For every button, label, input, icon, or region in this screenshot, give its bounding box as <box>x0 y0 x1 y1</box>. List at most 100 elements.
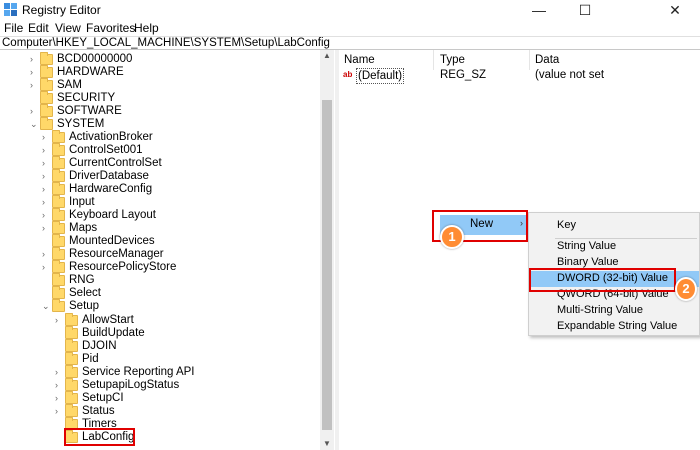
tree-item-setupci[interactable]: › SetupCI <box>55 391 315 405</box>
expand-chevron-icon[interactable]: › <box>42 157 50 170</box>
expand-chevron-icon[interactable]: › <box>42 261 50 274</box>
tree-item-select[interactable]: Select <box>42 286 312 300</box>
tree-item-hardwareconfig[interactable]: › HardwareConfig <box>42 182 312 196</box>
menu-file[interactable]: File <box>4 21 23 35</box>
folder-icon <box>52 273 65 286</box>
tree-item-pid[interactable]: Pid <box>55 352 315 366</box>
column-divider[interactable] <box>433 50 434 70</box>
folder-icon <box>52 130 65 143</box>
tree-item-rng[interactable]: RNG <box>42 273 312 287</box>
expand-chevron-icon[interactable]: › <box>55 392 63 405</box>
close-button[interactable]: ✕ <box>652 0 698 20</box>
tree-item-software[interactable]: › SOFTWARE <box>30 104 310 118</box>
menu-favorites[interactable]: Favorites <box>86 21 135 35</box>
expand-chevron-icon[interactable]: › <box>30 53 38 66</box>
tree-item-label: BuildUpdate <box>82 327 145 339</box>
tree-item-resourcepolicystore[interactable]: › ResourcePolicyStore <box>42 260 312 274</box>
value-row-default[interactable]: ab (Default) REG_SZ (value not set <box>339 68 700 84</box>
expand-chevron-icon[interactable]: › <box>30 66 38 79</box>
tree-item-input[interactable]: › Input <box>42 195 312 209</box>
folder-icon <box>52 182 65 195</box>
submenu-multi-string-value[interactable]: Multi-String Value <box>529 303 699 319</box>
maximize-button[interactable]: ☐ <box>562 0 608 20</box>
tree-item-bcd00000000[interactable]: › BCD00000000 <box>30 52 310 66</box>
tree-item-sam[interactable]: › SAM <box>30 78 310 92</box>
folder-icon <box>65 365 78 378</box>
expand-chevron-icon[interactable]: › <box>55 379 63 392</box>
submenu-string-value[interactable]: String Value <box>529 239 699 255</box>
expand-chevron-icon[interactable]: › <box>42 196 50 209</box>
collapse-chevron-icon[interactable]: ⌄ <box>30 118 38 131</box>
tree-item-security[interactable]: SECURITY <box>30 91 310 105</box>
folder-icon <box>52 156 65 169</box>
folder-icon <box>52 299 65 312</box>
folder-icon <box>52 169 65 182</box>
tree-item-setupapilogstatus[interactable]: › SetupapiLogStatus <box>55 378 315 392</box>
tree-item-service-reporting-api[interactable]: › Service Reporting API <box>55 365 315 379</box>
tree-item-currentcontrolset[interactable]: › CurrentControlSet <box>42 156 312 170</box>
menu-edit[interactable]: Edit <box>28 21 49 35</box>
tree-item-label: ResourceManager <box>69 248 164 260</box>
tree-item-label: Keyboard Layout <box>69 209 156 221</box>
tree-item-hardware[interactable]: › HARDWARE <box>30 65 310 79</box>
submenu-expandable-string-value[interactable]: Expandable String Value <box>529 319 699 335</box>
tree-item-label: DJOIN <box>82 340 117 352</box>
expand-chevron-icon[interactable]: › <box>42 170 50 183</box>
window-title: Registry Editor <box>22 3 101 17</box>
step-badge-2: 2 <box>675 277 697 301</box>
expand-chevron-icon[interactable]: › <box>42 248 50 261</box>
column-divider[interactable] <box>529 50 530 70</box>
registry-icon <box>4 3 17 16</box>
expand-chevron-icon[interactable]: › <box>55 314 63 327</box>
scroll-thumb[interactable] <box>322 100 332 430</box>
tree-item-keyboard-layout[interactable]: › Keyboard Layout <box>42 208 312 222</box>
expand-chevron-icon[interactable]: › <box>55 366 63 379</box>
expand-chevron-icon[interactable]: › <box>42 209 50 222</box>
folder-icon <box>52 234 65 247</box>
tree-item-controlset001[interactable]: › ControlSet001 <box>42 143 312 157</box>
submenu-key[interactable]: Key <box>529 218 699 234</box>
tree-item-label: BCD00000000 <box>57 53 133 65</box>
tree-scrollbar[interactable]: ▲ ▼ <box>320 50 334 450</box>
folder-icon <box>65 391 78 404</box>
tree-item-label: Select <box>69 287 101 299</box>
tree-item-allowstart[interactable]: › AllowStart <box>55 313 315 327</box>
address-bar[interactable]: Computer\HKEY_LOCAL_MACHINE\SYSTEM\Setup… <box>0 36 700 50</box>
scroll-down-icon[interactable]: ▼ <box>320 438 334 450</box>
tree-item-system[interactable]: ⌄ SYSTEM <box>30 117 310 131</box>
labconfig-highlight-box <box>64 428 135 446</box>
expand-chevron-icon[interactable]: › <box>42 183 50 196</box>
expand-chevron-icon[interactable]: › <box>55 405 63 418</box>
tree-item-driverdatabase[interactable]: › DriverDatabase <box>42 169 312 183</box>
submenu-label: Expandable String Value <box>557 320 678 332</box>
tree-item-maps[interactable]: › Maps <box>42 221 312 235</box>
tree-item-status[interactable]: › Status <box>55 404 315 418</box>
folder-icon <box>52 195 65 208</box>
column-header-name[interactable]: Name <box>344 54 375 66</box>
tree-item-activationbroker[interactable]: › ActivationBroker <box>42 130 312 144</box>
expand-chevron-icon[interactable]: › <box>42 131 50 144</box>
tree-item-label: SetupapiLogStatus <box>82 379 180 391</box>
tree-item-resourcemanager[interactable]: › ResourceManager <box>42 247 312 261</box>
menu-help[interactable]: Help <box>134 21 159 35</box>
tree-item-label: SOFTWARE <box>57 105 122 117</box>
tree-item-djoin[interactable]: DJOIN <box>55 339 315 353</box>
minimize-button[interactable]: — <box>516 0 562 20</box>
tree-item-buildupdate[interactable]: BuildUpdate <box>55 326 315 340</box>
expand-chevron-icon[interactable]: › <box>42 222 50 235</box>
column-header-type[interactable]: Type <box>440 54 465 66</box>
expand-chevron-icon[interactable]: › <box>42 144 50 157</box>
scroll-up-icon[interactable]: ▲ <box>320 50 334 62</box>
tree-item-label: Status <box>82 405 115 417</box>
tree-item-mounteddevices[interactable]: MountedDevices <box>42 234 312 248</box>
tree-item-setup[interactable]: ⌄ Setup <box>42 299 312 313</box>
tree-item-label: Input <box>69 196 95 208</box>
menu-view[interactable]: View <box>55 21 81 35</box>
column-header-data[interactable]: Data <box>535 54 559 66</box>
expand-chevron-icon[interactable]: › <box>30 105 38 118</box>
expand-chevron-icon[interactable]: › <box>30 79 38 92</box>
collapse-chevron-icon[interactable]: ⌄ <box>42 300 50 313</box>
address-path[interactable]: Computer\HKEY_LOCAL_MACHINE\SYSTEM\Setup… <box>2 37 330 49</box>
tree-item-label: SYSTEM <box>57 118 105 130</box>
tree-item-label: Setup <box>69 300 100 312</box>
